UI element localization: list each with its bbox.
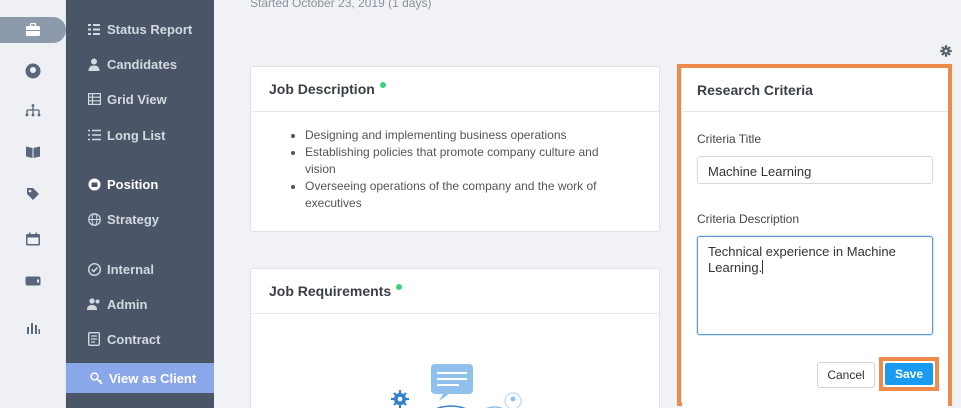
nav-item-label: Candidates — [107, 56, 178, 72]
rail-item-contacts[interactable] — [0, 58, 66, 84]
user-circle-icon — [25, 63, 41, 79]
nav-item-strategy[interactable]: Strategy — [66, 204, 214, 234]
job-description-header: Job Description — [251, 67, 659, 112]
list-item: Designing and implementing business oper… — [305, 127, 605, 144]
text-caret — [762, 260, 764, 274]
started-text: Started October 23, 2019 (1 days) — [250, 0, 432, 10]
rail-item-reports[interactable] — [0, 315, 66, 341]
calendar-icon — [26, 232, 40, 246]
nav-item-label: Strategy — [107, 211, 160, 227]
icon-rail — [0, 0, 66, 408]
research-criteria-title: Research Criteria — [697, 81, 813, 98]
nav-item-long-list[interactable]: Long List — [66, 120, 214, 150]
nav-item-internal[interactable]: Internal — [66, 254, 214, 284]
nav-item-label: Internal — [107, 261, 154, 277]
view-as-client-button[interactable]: View as Client — [66, 363, 214, 393]
nav-item-status-report[interactable]: Status Report — [66, 14, 214, 44]
nav-item-admin[interactable]: Admin — [66, 289, 214, 319]
key-icon — [89, 371, 103, 385]
users-icon — [87, 297, 101, 311]
nav-item-contract[interactable]: Contract — [66, 324, 214, 354]
rail-item-jobs[interactable] — [0, 17, 66, 43]
criteria-title-input[interactable]: Machine Learning — [697, 156, 933, 184]
nav-item-label: Long List — [107, 127, 166, 143]
contract-icon — [87, 332, 101, 346]
gear-icon[interactable] — [940, 44, 952, 57]
nav-item-candidates[interactable]: Candidates — [66, 49, 214, 79]
rail-item-org[interactable] — [0, 98, 66, 124]
status-dot — [379, 82, 386, 88]
tags-icon — [27, 188, 39, 200]
check-circle-icon — [87, 262, 101, 276]
criteria-title-label: Criteria Title — [697, 132, 762, 146]
bar-chart-icon — [27, 323, 40, 334]
nav-item-label: View as Client — [109, 370, 197, 386]
job-requirements-title: Job Requirements — [269, 283, 392, 299]
status-report-icon — [87, 22, 101, 36]
nav-item-label: Status Report — [107, 21, 193, 37]
status-dot — [396, 284, 403, 290]
criteria-description-textarea[interactable]: Technical experience in Machine Learning… — [697, 236, 933, 335]
ticket-icon — [25, 276, 41, 286]
book-icon — [26, 146, 40, 158]
job-requirements-card: Job Requirements — [250, 268, 660, 408]
job-description-title: Job Description — [269, 81, 375, 97]
nav-item-label: Contract — [107, 331, 161, 347]
list-icon — [87, 128, 101, 142]
save-button[interactable]: Save — [885, 363, 933, 385]
grid-icon — [87, 92, 101, 106]
globe-icon — [87, 212, 101, 226]
nav-item-label: Position — [107, 176, 159, 192]
criteria-description-text: Technical experience in Machine Learning… — [708, 244, 896, 275]
briefcase-icon — [26, 23, 40, 36]
cancel-button[interactable]: Cancel — [817, 362, 875, 388]
job-description-card: Job Description Designing and implementi… — [250, 66, 660, 232]
rail-item-tags[interactable] — [0, 181, 66, 207]
criteria-description-label: Criteria Description — [697, 212, 800, 226]
org-chart-icon — [25, 104, 41, 117]
list-item: Establishing policies that promote compa… — [305, 144, 605, 178]
nav-item-grid-view[interactable]: Grid View — [66, 84, 214, 114]
nav-item-label: Admin — [107, 296, 148, 312]
rail-item-calendar[interactable] — [0, 226, 66, 252]
nav-item-position[interactable]: Position — [66, 169, 214, 199]
rail-item-tickets[interactable] — [0, 268, 66, 294]
position-icon — [87, 177, 101, 191]
position-nav: Status Report Candidates Grid View Long … — [66, 0, 214, 408]
list-item: Overseeing operations of the company and… — [305, 178, 605, 212]
job-description-list: Designing and implementing business oper… — [251, 112, 659, 212]
nav-item-label: Grid View — [107, 91, 167, 107]
research-criteria-header: Research Criteria — [682, 68, 948, 112]
user-icon — [87, 57, 101, 71]
rail-item-library[interactable] — [0, 139, 66, 165]
requirements-illustration — [391, 364, 522, 408]
job-requirements-header: Job Requirements — [251, 269, 659, 314]
